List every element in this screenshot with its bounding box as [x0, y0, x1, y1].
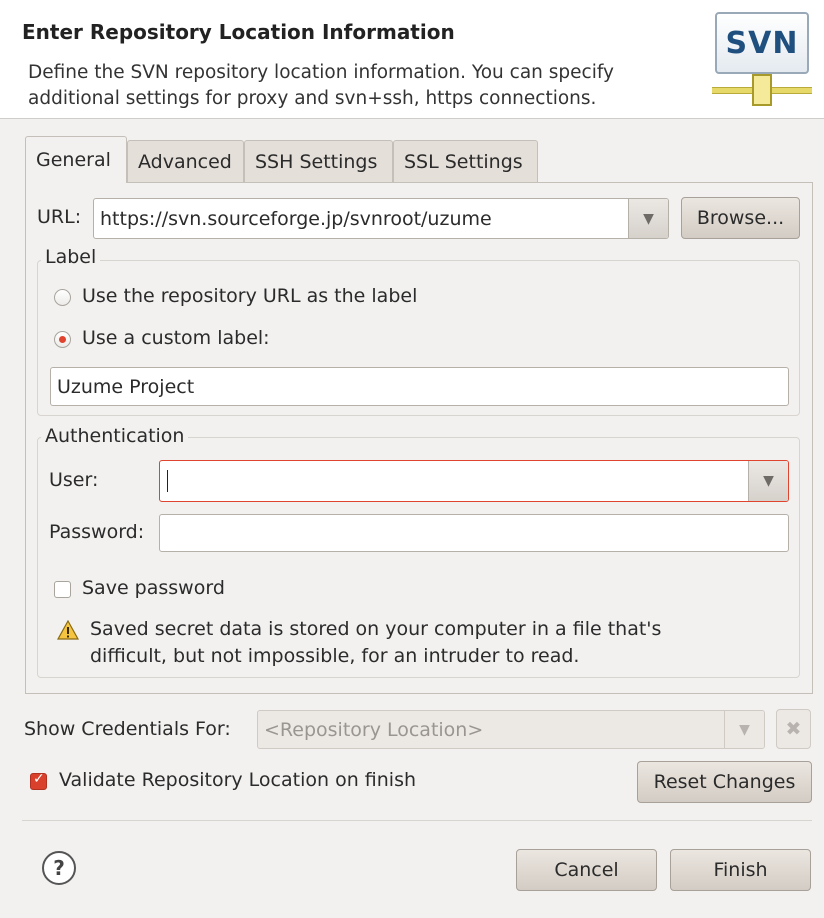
user-dropdown-button[interactable]: ▼: [748, 461, 788, 501]
save-password-label: Save password: [82, 577, 225, 599]
radio-repository-url-label-text: Use the repository URL as the label: [82, 285, 418, 307]
radio-repository-url-label[interactable]: [54, 289, 71, 306]
tab-general[interactable]: General: [25, 136, 127, 183]
chevron-down-icon: ▼: [739, 721, 750, 738]
save-password-checkbox[interactable]: [54, 581, 71, 598]
custom-label-input[interactable]: Uzume Project: [50, 367, 789, 406]
password-label: Password:: [49, 521, 145, 543]
credentials-dropdown-button[interactable]: ▼: [724, 711, 764, 748]
chevron-down-icon: ▼: [643, 210, 654, 227]
tab-advanced[interactable]: Advanced: [127, 140, 244, 182]
password-input[interactable]: [159, 514, 789, 552]
header-separator: [0, 118, 824, 119]
chevron-down-icon: ▼: [763, 473, 774, 489]
user-label: User:: [49, 469, 99, 491]
validate-label: Validate Repository Location on finish: [59, 769, 417, 791]
validate-checkbox[interactable]: [30, 771, 47, 790]
label-group-title: Label: [41, 246, 101, 268]
url-dropdown-button[interactable]: ▼: [628, 199, 668, 238]
help-icon[interactable]: ?: [42, 851, 76, 885]
tab-ssh-settings[interactable]: SSH Settings: [244, 140, 393, 182]
close-icon: ✖: [785, 718, 802, 740]
radio-custom-label[interactable]: [54, 331, 71, 348]
svn-logo-plug: [752, 74, 772, 106]
dialog-description-line-2: additional settings for proxy and svn+ss…: [28, 88, 597, 109]
show-credentials-label: Show Credentials For:: [24, 718, 231, 740]
reset-changes-button[interactable]: Reset Changes: [637, 761, 812, 803]
text-cursor: [167, 470, 168, 492]
custom-label-value: Uzume Project: [57, 375, 195, 398]
footer-separator: [22, 820, 812, 821]
delete-credentials-button[interactable]: ✖: [776, 709, 811, 749]
user-combo[interactable]: ▼: [159, 460, 789, 502]
finish-button[interactable]: Finish: [670, 849, 811, 891]
url-value: https://svn.sourceforge.jp/svnroot/uzume: [100, 207, 492, 230]
credentials-combo[interactable]: <Repository Location> ▼: [257, 710, 765, 749]
url-combo[interactable]: https://svn.sourceforge.jp/svnroot/uzume…: [93, 198, 669, 239]
warning-icon: [57, 620, 79, 640]
radio-custom-label-text: Use a custom label:: [82, 327, 270, 349]
url-label: URL:: [37, 206, 82, 228]
credentials-value: <Repository Location>: [264, 718, 484, 741]
dialog-description-line-1: Define the SVN repository location infor…: [28, 62, 614, 83]
warning-text-line-2: difficult, but not impossible, for an in…: [90, 645, 580, 667]
svn-logo-text: SVN: [715, 12, 809, 74]
cancel-button[interactable]: Cancel: [516, 849, 657, 891]
tab-ssl-settings[interactable]: SSL Settings: [393, 140, 538, 182]
browse-button[interactable]: Browse...: [681, 197, 800, 239]
authentication-group-title: Authentication: [41, 425, 189, 447]
warning-text-line-1: Saved secret data is stored on your comp…: [90, 618, 662, 640]
dialog-title: Enter Repository Location Information: [22, 20, 455, 44]
svn-logo-icon: SVN: [712, 12, 812, 108]
